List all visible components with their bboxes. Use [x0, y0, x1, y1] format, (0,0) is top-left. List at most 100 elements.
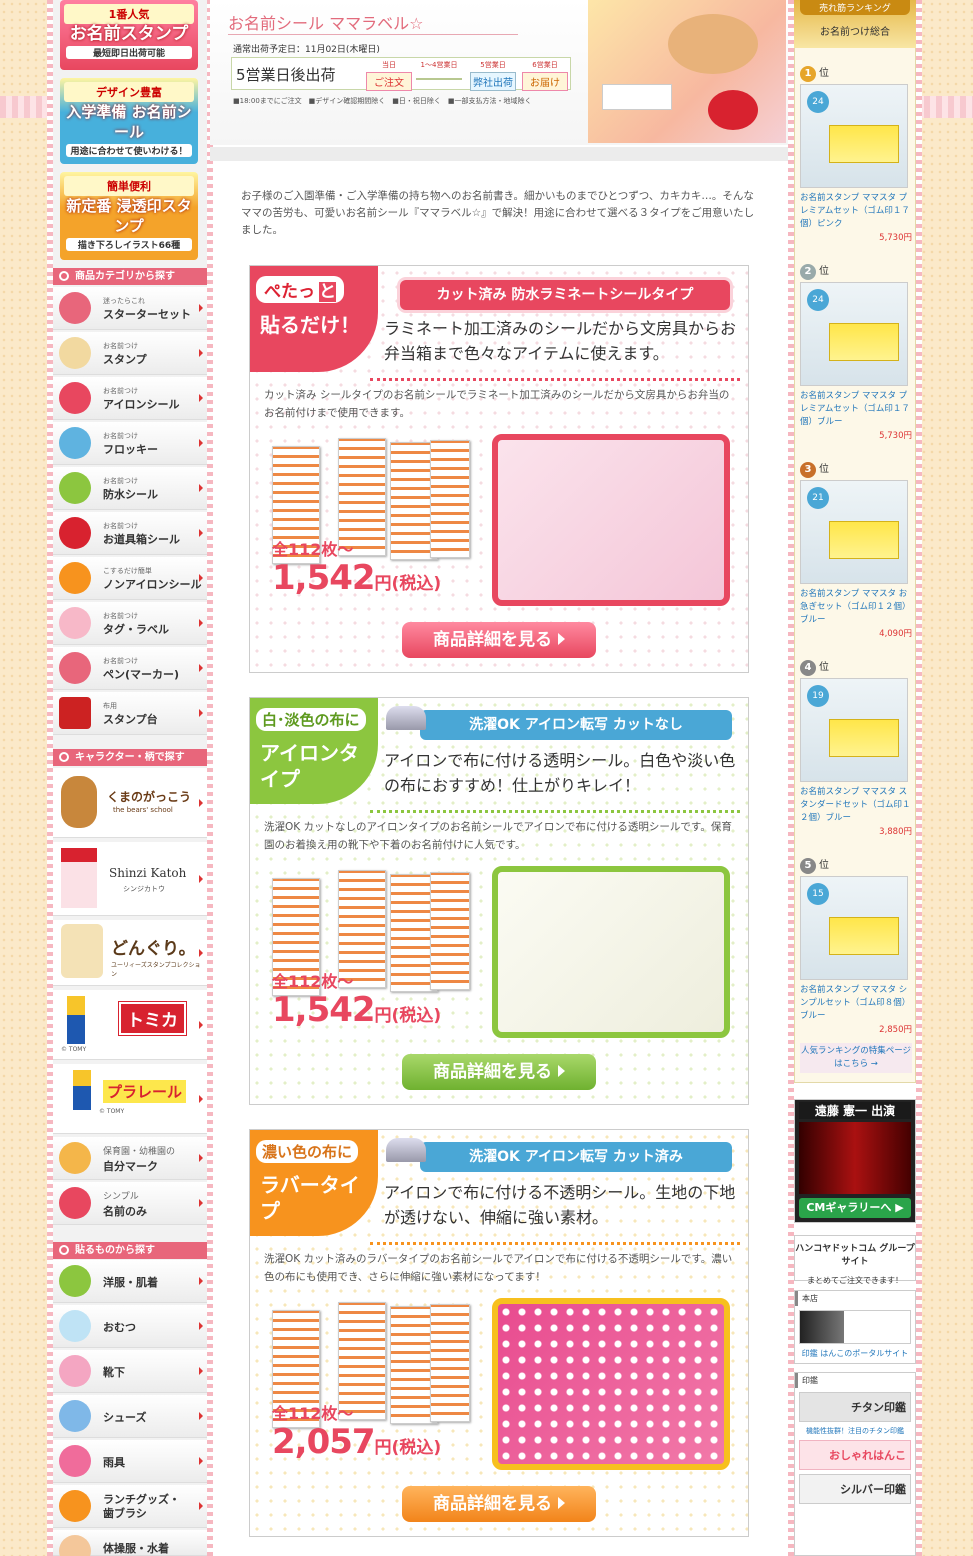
ship-date: 通常出荷予定日：11月02日(木曜日) [233, 45, 380, 55]
nav-waterproof[interactable]: お名前つけ 防水シール [53, 467, 207, 510]
chara-shinzi[interactable]: Shinzi Katoh シンジカトウ [53, 842, 207, 916]
detail-button[interactable]: 商品詳細を見る [402, 622, 596, 658]
nav-small: お名前つけ [103, 657, 138, 665]
plarail-figure-icon [73, 1070, 91, 1110]
arrow-icon [199, 1367, 203, 1375]
product-price: 1,542円(税込) [272, 990, 441, 1030]
nav-iron-seal[interactable]: お名前つけ アイロンシール [53, 377, 207, 420]
arrow-icon [199, 664, 203, 672]
banner-sub: 最短即日出荷可能 [66, 46, 192, 59]
nav-stamp-pad[interactable]: 布用 スタンプ台 [53, 692, 207, 735]
product-card-iron-rubber: 濃い色の布に ラバータイプ 洗濯OK アイロン転写 カット済み アイロンで布に付… [249, 1129, 749, 1537]
cm-banner[interactable]: 遠藤 憲一 出演 CMギャラリーへ ▶ [794, 1099, 916, 1223]
step-line [416, 78, 462, 80]
titan-inkan-link[interactable]: チタン印鑑 [799, 1392, 911, 1422]
honten-box: 本店 印鑑 はんこのポータルサイト [794, 1290, 916, 1364]
nav-rain[interactable]: 雨具 [53, 1440, 207, 1483]
product-badge: 白･淡色の布に アイロンタイプ [250, 698, 378, 804]
banner-top: 1番人気 [64, 4, 194, 24]
rank-item-2[interactable]: 2位 24 お名前スタンプ ママスタ プレミアムセット（ゴム印１７個）ブルー 5… [800, 262, 912, 441]
price-value: 1,542 [272, 990, 376, 1030]
chara-tomica[interactable]: トミカ © TOMY [53, 990, 207, 1060]
banner-name-seal[interactable]: デザイン豊富 入学準備 お名前シール 用途に合わせて使いわける！ [60, 78, 198, 164]
chara-kuma[interactable]: くまのがっこう the bears' school [53, 768, 207, 838]
sheet-count: 全112枚〜 [272, 972, 354, 991]
nav-starter-set[interactable]: 迷ったらこれ スターターセット [53, 287, 207, 330]
rank-product-name[interactable]: お名前スタンプ ママスタ お急ぎセット（ゴム印１２個）ブルー [800, 588, 912, 627]
rank-product-name[interactable]: お名前スタンプ ママスタ シンプルセット（ゴム印８個）ブルー [800, 984, 912, 1023]
ranking-footer-link[interactable]: 人気ランキングの特集ページはこちら → [800, 1043, 912, 1073]
nav-name-only[interactable]: シンプル 名前のみ [53, 1182, 207, 1225]
arrow-icon [199, 1412, 203, 1420]
sticker-sheet [430, 872, 470, 990]
shinzi-icon [61, 848, 97, 908]
nav-gym[interactable]: 体操服・水着 [53, 1530, 207, 1556]
rank-product-name[interactable]: お名前スタンプ ママスタ プレミアムセット（ゴム印１７個）ピンク [800, 192, 912, 231]
rank-item-4[interactable]: 4位 19 お名前スタンプ ママスタ スタンダードセット（ゴム印１２個）ブルー … [800, 658, 912, 837]
step-deliver: 6営業日 お届け [522, 60, 568, 91]
chara-plarail[interactable]: プラレール © TOMY [53, 1064, 207, 1134]
rank-product-image: 24 [800, 282, 908, 386]
nav-diaper[interactable]: おむつ [53, 1305, 207, 1348]
nav-stamp[interactable]: お名前つけ スタンプ [53, 332, 207, 375]
nav-small: お名前つけ [103, 522, 138, 530]
chara-label: くまのがっこう [107, 790, 192, 804]
nav-label: おむつ [103, 1321, 136, 1334]
honten-link[interactable]: 印鑑 はんこのポータルサイト [795, 1348, 915, 1359]
hankoya-banner[interactable] [799, 1310, 911, 1344]
chara-sub: ユーリィーズスタンプコレクション [111, 962, 201, 978]
nav-pen[interactable]: お名前つけペン(マーカー) [53, 647, 207, 690]
right-stripe [916, 0, 922, 1556]
honten-label: 本店 [795, 1291, 915, 1306]
rank-product-price: 5,730円 [879, 431, 912, 441]
dot-divider [370, 1242, 740, 1245]
rank-product-name[interactable]: お名前スタンプ ママスタ スタンダードセット（ゴム印１２個）ブルー [800, 786, 912, 825]
name-only-icon [59, 1187, 91, 1219]
detail-button[interactable]: 商品詳細を見る [402, 1486, 596, 1522]
rank-product-name[interactable]: お名前スタンプ ママスタ プレミアムセット（ゴム印１７個）ブルー [800, 390, 912, 429]
rank-position: 5位 [800, 856, 912, 876]
rank-item-5[interactable]: 5位 15 お名前スタンプ ママスタ シンプルセット（ゴム印８個）ブルー 2,8… [800, 856, 912, 1035]
silver-inkan-link[interactable]: シルバー印鑑 [799, 1474, 911, 1504]
sticker-sheet [430, 1304, 470, 1422]
sock-icon [59, 1355, 91, 1387]
section-divider [210, 147, 788, 161]
nav-clothes[interactable]: 洋服・肌着 [53, 1260, 207, 1303]
product-photo-clothes [492, 866, 730, 1038]
chara-donguri[interactable]: どんぐり。 ユーリィーズスタンプコレクション [53, 920, 207, 986]
banner-stamp[interactable]: 簡単便利 新定番 浸透印スタンプ 描き下ろしイラスト66種 [60, 172, 198, 260]
nav-label: シューズ [103, 1411, 147, 1424]
detail-button[interactable]: 商品詳細を見る [402, 1054, 596, 1090]
nav-small: こするだけ簡単 [103, 567, 152, 575]
nav-non-iron[interactable]: こするだけ簡単 ノンアイロンシール [53, 557, 207, 600]
rank-item-1[interactable]: 1位 24 お名前スタンプ ママスタ プレミアムセット（ゴム印１７個）ピンク 5… [800, 64, 912, 243]
nav-flocky[interactable]: お名前つけ フロッキー [53, 422, 207, 465]
step-top: 当日 [382, 61, 396, 69]
nav-label: ペン(マーカー) [103, 668, 180, 681]
cm-gallery-button[interactable]: CMギャラリーへ ▶ [799, 1198, 911, 1218]
lunch-icon [59, 1490, 91, 1522]
titan-note[interactable]: 機能性抜群！注目のチタン印鑑 [795, 1426, 915, 1436]
intro-text: お子様のご入園準備・ご入学準備の持ち物へのお名前書き。細かいものまでひとつずつ、… [241, 190, 755, 236]
badge-main: アイロンタイプ [260, 741, 359, 791]
banner-name-stamp[interactable]: 1番人気 お名前スタンプ 最短即日出荷可能 [60, 0, 198, 70]
nav-label: 洋服・肌着 [103, 1276, 158, 1289]
nav-toolbox[interactable]: お名前つけ お道具箱シール [53, 512, 207, 555]
oshare-hanko-link[interactable]: おしゃれはんこ [799, 1440, 911, 1470]
rank-suffix: 位 [819, 860, 829, 871]
group-title: ハンコヤドットコム グループサイト [795, 1244, 915, 1267]
nav-shoes[interactable]: シューズ [53, 1395, 207, 1438]
nav-socks[interactable]: 靴下 [53, 1350, 207, 1393]
nav-lunch[interactable]: ランチグッズ・歯ブラシ [53, 1485, 207, 1528]
bear-icon [61, 776, 97, 828]
character-heading: キャラクター・柄で探す [53, 749, 207, 766]
set-badge: 21 [807, 487, 829, 509]
arrow-icon [199, 484, 203, 492]
chara-sub: © TOMY [99, 1108, 125, 1115]
nav-my-mark[interactable]: 保育園・幼稚園の 自分マーク [53, 1137, 207, 1180]
product-card-iron-clear: 白･淡色の布に アイロンタイプ 洗濯OK アイロン転写 カットなし アイロンで布… [249, 697, 749, 1105]
rank-product-image: 24 [800, 84, 908, 188]
nav-label: 自分マーク [103, 1160, 158, 1173]
nav-tag-label[interactable]: お名前つけ タグ・ラベル [53, 602, 207, 645]
rank-item-3[interactable]: 3位 21 お名前スタンプ ママスタ お急ぎセット（ゴム印１２個）ブルー 4,0… [800, 460, 912, 639]
